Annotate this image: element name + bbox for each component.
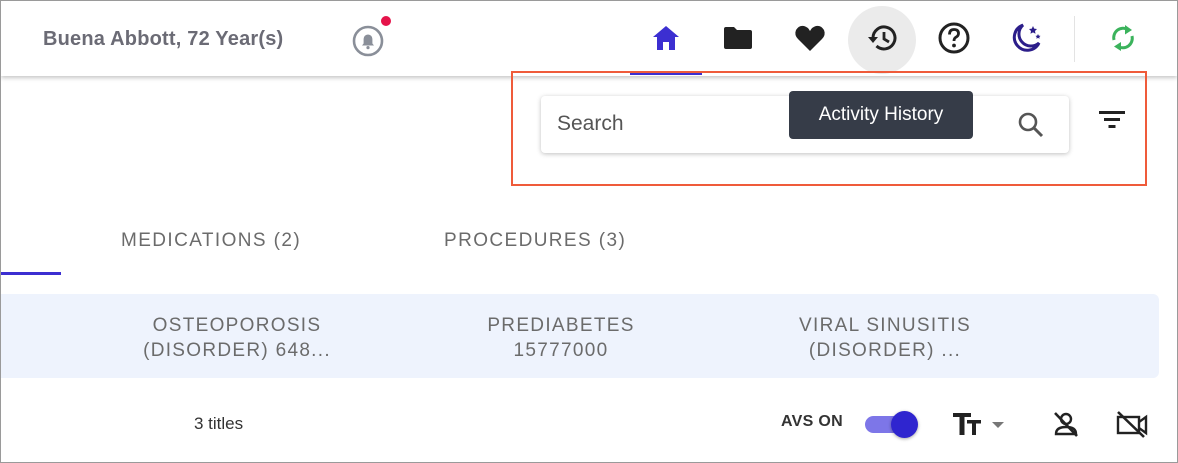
patient-name: Buena Abbott, 72 Year(s) <box>43 28 284 50</box>
history-icon <box>865 22 899 59</box>
app-header: Buena Abbott, 72 Year(s) <box>1 1 1177 76</box>
home-button[interactable] <box>632 6 700 74</box>
titles-count: 3 titles <box>194 414 244 433</box>
tab-procedures[interactable]: PROCEDURES (3) <box>444 230 626 252</box>
help-button[interactable] <box>920 6 988 74</box>
sync-button[interactable] <box>1089 6 1157 74</box>
toggle-thumb <box>891 411 918 438</box>
heart-icon <box>794 24 826 57</box>
records-button[interactable] <box>704 6 772 74</box>
condition-name: OSTEOPOROSIS <box>152 315 322 336</box>
active-tab-indicator <box>1 272 61 275</box>
sync-icon <box>1108 22 1138 59</box>
condition-name: VIRAL SINUSITIS <box>799 315 971 336</box>
condition-detail: 15777000 <box>513 340 609 361</box>
avs-label: AVS ON <box>781 413 843 430</box>
activity-history-button[interactable] <box>848 6 916 74</box>
dark-mode-button[interactable] <box>992 6 1060 74</box>
favorites-button[interactable] <box>776 6 844 74</box>
condition-detail: (DISORDER) 648... <box>143 340 331 361</box>
text-size-button[interactable] <box>951 409 1011 439</box>
notification-badge <box>381 16 391 26</box>
text-size-icon <box>951 413 1011 443</box>
avs-toggle[interactable] <box>865 410 918 438</box>
condition-chip[interactable]: PREDIABETES 15777000 <box>463 313 659 363</box>
video-off-icon[interactable] <box>1115 409 1149 444</box>
help-icon <box>937 21 971 60</box>
condition-chip[interactable]: VIRAL SINUSITIS (DISORDER) ... <box>775 313 995 363</box>
dark-mode-icon <box>1009 21 1043 60</box>
home-icon <box>651 24 681 57</box>
person-off-icon[interactable] <box>1051 409 1081 444</box>
conditions-panel: OSTEOPOROSIS (DISORDER) 648... PREDIABET… <box>1 294 1159 378</box>
condition-name: PREDIABETES <box>487 315 635 336</box>
condition-detail: (DISORDER) ... <box>808 340 962 361</box>
tab-medications[interactable]: MEDICATIONS (2) <box>121 230 301 252</box>
condition-chip[interactable]: OSTEOPOROSIS (DISORDER) 648... <box>129 313 345 363</box>
activity-history-tooltip: Activity History <box>789 91 973 139</box>
header-divider <box>1074 16 1075 62</box>
bell-icon[interactable] <box>351 24 385 58</box>
app-frame: Buena Abbott, 72 Year(s) Search Activity… <box>0 0 1178 463</box>
folder-icon <box>722 25 754 56</box>
